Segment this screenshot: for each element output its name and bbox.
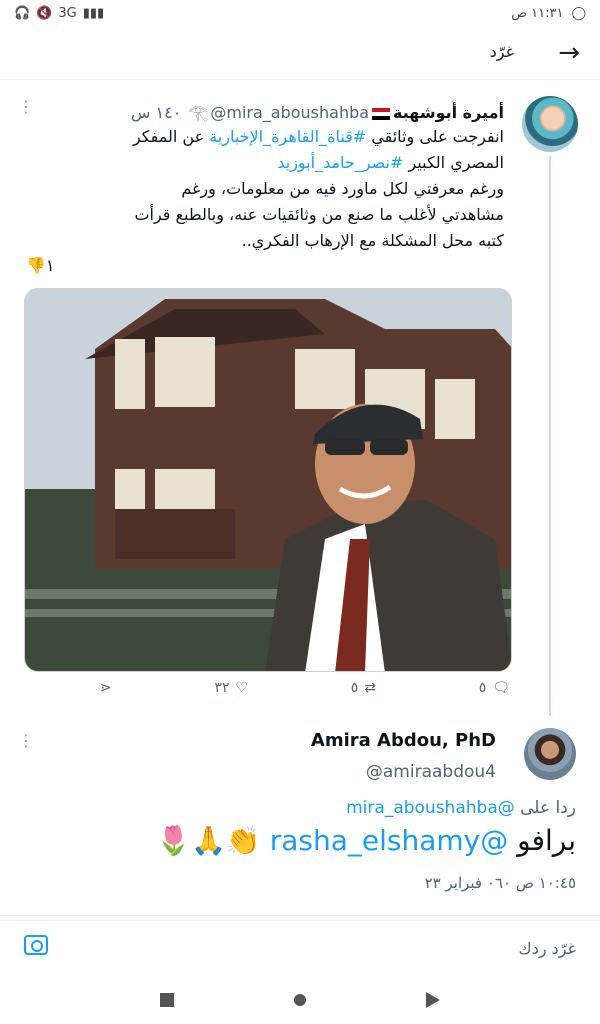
top-header: → غرّد [0, 26, 600, 80]
tweet-photo[interactable] [24, 288, 512, 672]
reply-bar: غرّد ردك [0, 920, 600, 976]
page-title: غرّد [489, 42, 514, 61]
back-icon[interactable] [426, 992, 440, 1008]
share-icon: ⋖ [100, 680, 112, 696]
thumbs-down-icon: 👎 [26, 256, 46, 275]
author-handle[interactable]: @mira_aboushahba [210, 103, 369, 122]
original-tweet[interactable]: ⋮ أميرة أبوشهبة 𓂀 @mira_aboushahba ١٤٠ س ا… [0, 80, 600, 720]
more-options-icon[interactable]: ⋮ [18, 733, 34, 749]
tweet-time: ١٤٠ س [130, 103, 182, 122]
reaction-count: ١ [45, 256, 55, 275]
android-nav-bar [0, 976, 600, 1024]
like-count: ٣٢ [214, 680, 230, 696]
network-label: 3G [58, 5, 77, 21]
more-options-icon[interactable]: ⋮ [18, 99, 34, 115]
retweet-action[interactable]: ⇄ ٥ [351, 680, 376, 696]
share-action[interactable]: ⋖ [100, 680, 112, 696]
reply-message: برافو [517, 824, 576, 857]
eye-of-horus-icon: 𓂀 [188, 103, 209, 122]
whatsapp-icon: ◯ [571, 5, 586, 21]
hashtag-link[interactable]: #قناة_القاهرة_الإخبارية [209, 127, 366, 146]
status-bar: 🎧 🔇 3G ▮▮▮ ١١:٣١ ص ◯ [0, 0, 600, 26]
recents-icon[interactable] [160, 993, 174, 1007]
author-handle[interactable]: @amiraabdou4 [366, 762, 496, 782]
tweet-text: انفرجت على وثائقي #قناة_القاهرة_الإخباري… [114, 124, 504, 254]
retweet-icon: ⇄ [364, 680, 376, 696]
tweet-actions: 🗨 ٥ ⇄ ٥ ♡ ٣٢ ⋖ [100, 680, 510, 696]
hashtag-link-2[interactable]: #نصر_حامد_أبوزيد [277, 153, 403, 172]
avatar[interactable] [522, 96, 578, 152]
status-time: ١١:٣١ ص [511, 5, 564, 21]
like-action[interactable]: ♡ ٣٢ [214, 680, 248, 696]
status-left: 🎧 🔇 3G ▮▮▮ [14, 6, 104, 21]
reaction: 👎١ [26, 256, 55, 275]
replying-to: ردا على @mira_aboushahba [346, 798, 576, 818]
egypt-flag-icon [372, 107, 391, 120]
tweet-text-prefix: انفرجت على وثائقي [366, 127, 504, 146]
reply-input[interactable]: غرّد ردك [519, 939, 576, 958]
author-name[interactable]: Amira Abdou, PhD [311, 730, 496, 751]
replying-to-handle[interactable]: @mira_aboushahba [346, 798, 515, 818]
signal-icon: ▮▮▮ [82, 5, 105, 21]
replying-label: ردا على [520, 798, 576, 818]
reply-action[interactable]: 🗨 ٥ [479, 680, 510, 696]
retweet-count: ٥ [350, 680, 359, 696]
author-name[interactable]: أميرة أبوشهبة [393, 103, 504, 122]
reply-tweet[interactable]: ⋮ Amira Abdou, PhD @amiraabdou4 ردا على … [0, 720, 600, 916]
tweet-body: ورغم معرفتي لكل ماورد فيه من معلومات، ور… [134, 179, 504, 250]
reply-count: ٥ [478, 680, 487, 696]
thread-line [549, 156, 551, 716]
arrow-icon[interactable]: → [558, 38, 580, 68]
heart-icon: ♡ [235, 680, 249, 696]
comment-icon: 🗨 [492, 680, 510, 696]
reply-text: برافو @rasha_elshamy 👏🙏🌷 [156, 824, 576, 857]
reply-timestamp: ١٠:٤٥ ص ٠٦٠ فبراير ٢٣ [424, 874, 576, 892]
home-icon[interactable] [294, 994, 306, 1006]
mute-icon: 🔇 [36, 5, 53, 21]
camera-icon[interactable] [24, 935, 48, 955]
avatar[interactable] [524, 728, 576, 780]
tweet-meta: أميرة أبوشهبة 𓂀 @mira_aboushahba ١٤٠ س [120, 98, 504, 124]
photo-illustration [25, 289, 511, 671]
headset-icon: 🎧 [14, 5, 31, 21]
status-right: ١١:٣١ ص ◯ [511, 6, 586, 21]
mention-link[interactable]: @rasha_elshamy [270, 824, 509, 857]
reply-emojis: 👏🙏🌷 [156, 824, 261, 857]
